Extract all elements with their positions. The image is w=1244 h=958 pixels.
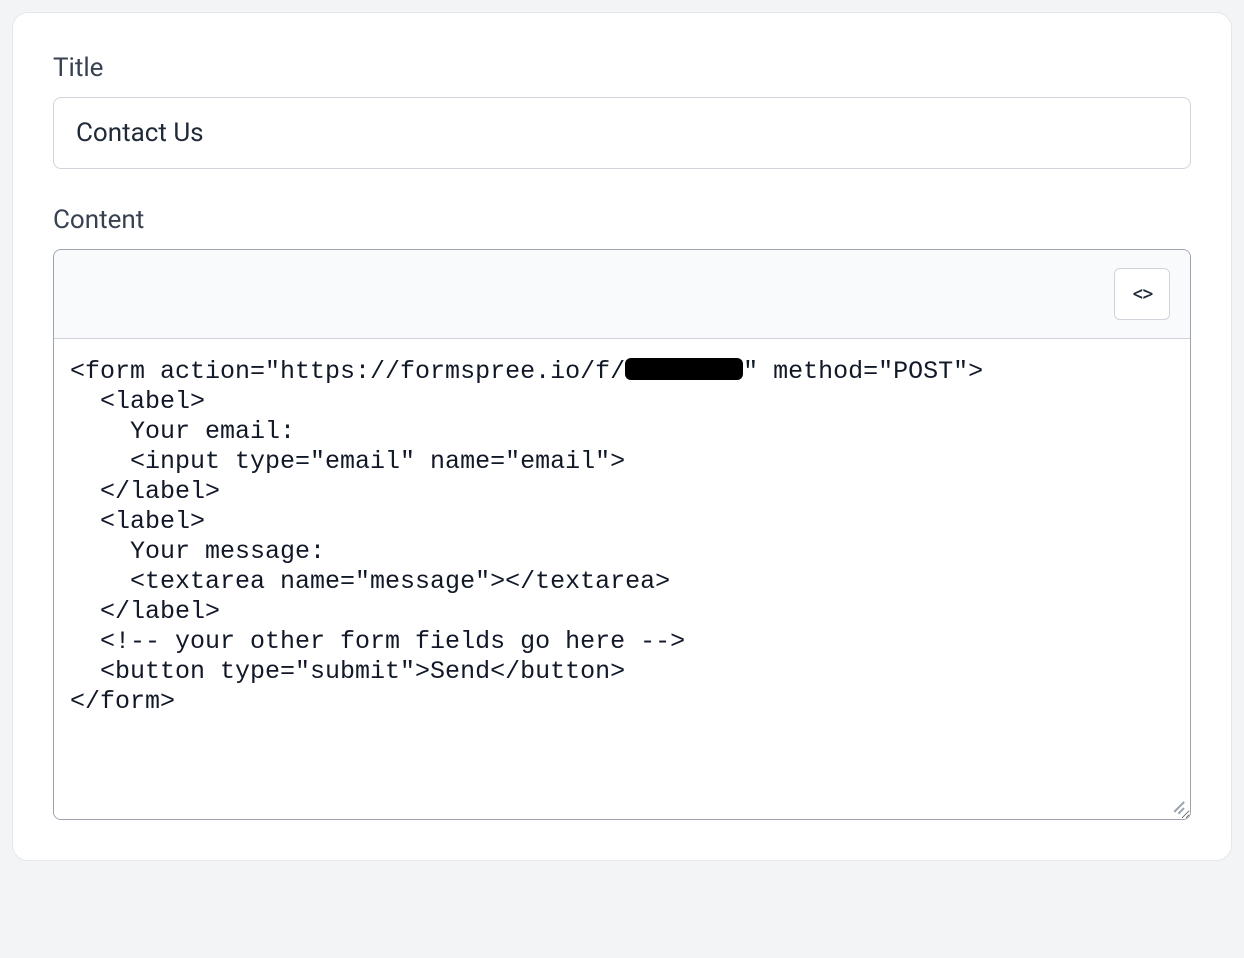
- content-code-area[interactable]: <form action="https://formspree.io/f/" m…: [54, 339, 1190, 819]
- title-label: Title: [53, 53, 1191, 83]
- content-field-group: Content <> <form action="https://formspr…: [53, 205, 1191, 820]
- editor-toolbar: <>: [54, 250, 1190, 339]
- code-text-prefix: <form action="https://formspree.io/f/: [70, 357, 625, 386]
- code-text-suffix: " method="POST"> <label> Your email: <in…: [70, 357, 983, 716]
- code-icon: <>: [1133, 282, 1152, 307]
- content-editor: <> <form action="https://formspree.io/f/…: [53, 249, 1191, 820]
- redacted-form-id: [625, 358, 743, 380]
- content-label: Content: [53, 205, 1191, 235]
- title-input[interactable]: [53, 97, 1191, 169]
- title-field-group: Title: [53, 53, 1191, 169]
- code-view-toggle-button[interactable]: <>: [1114, 268, 1170, 320]
- editor-container: <form action="https://formspree.io/f/" m…: [54, 339, 1190, 819]
- editor-card: Title Content <> <form action="https://f…: [12, 12, 1232, 861]
